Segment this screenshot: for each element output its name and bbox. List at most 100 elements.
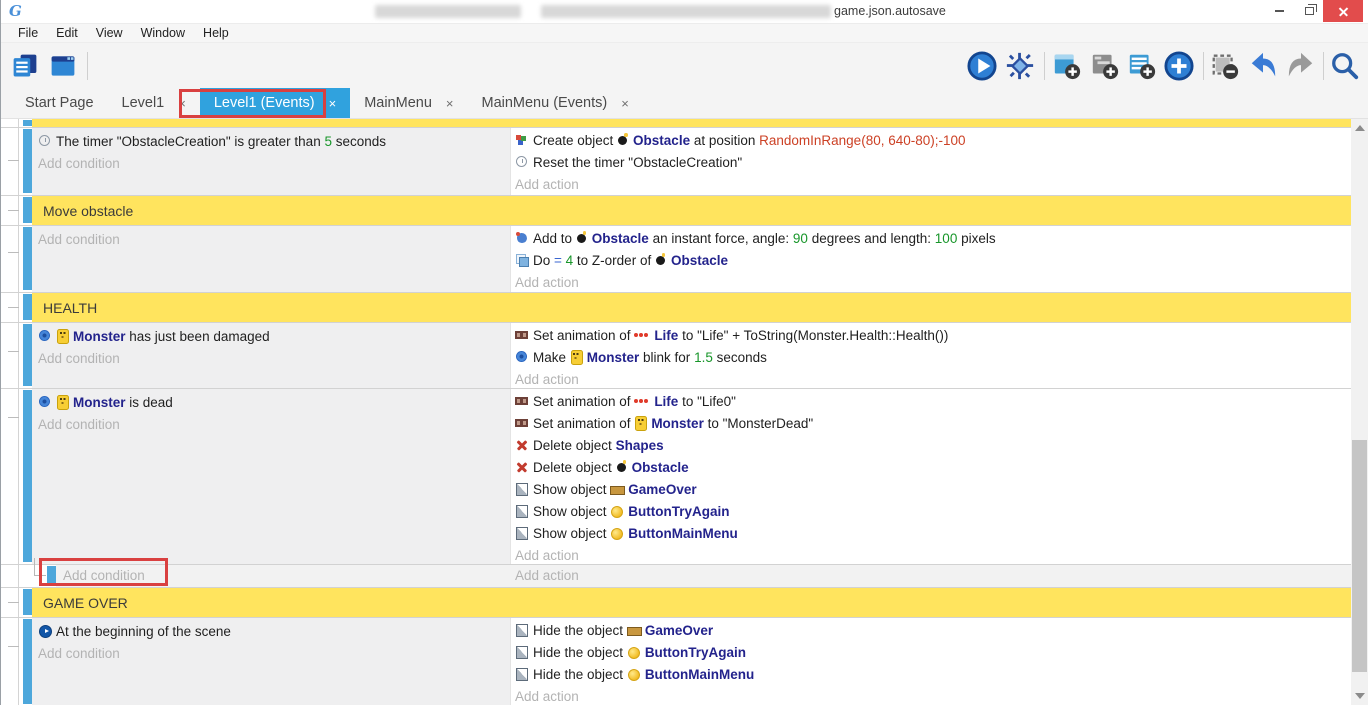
button-icon bbox=[627, 645, 642, 659]
scroll-up-icon[interactable] bbox=[1355, 125, 1365, 131]
tab-mainmenu-events[interactable]: MainMenu (Events) × bbox=[467, 88, 642, 118]
menu-view[interactable]: View bbox=[87, 26, 132, 40]
redo-icon[interactable] bbox=[1285, 50, 1317, 82]
vertical-scrollbar[interactable] bbox=[1351, 119, 1368, 705]
tab-level1-events[interactable]: Level1 (Events) × bbox=[200, 88, 350, 118]
zorder-icon bbox=[515, 253, 530, 267]
condition-line[interactable]: The timer "ObstacleCreation" is greater … bbox=[38, 131, 510, 153]
add-action[interactable]: Add action bbox=[515, 174, 1351, 196]
action-line[interactable]: Show object ButtonMainMenu bbox=[515, 523, 1351, 545]
add-condition[interactable]: Add condition bbox=[38, 229, 510, 251]
close-button[interactable] bbox=[1323, 0, 1363, 22]
menu-help[interactable]: Help bbox=[194, 26, 238, 40]
create-object-icon bbox=[515, 133, 530, 147]
menu-edit[interactable]: Edit bbox=[47, 26, 87, 40]
add-action[interactable]: Add action bbox=[515, 565, 579, 587]
button-icon bbox=[627, 667, 642, 681]
tab-close-icon[interactable]: × bbox=[446, 96, 454, 111]
undo-icon[interactable] bbox=[1247, 50, 1279, 82]
add-other-event-icon[interactable] bbox=[1163, 50, 1195, 82]
add-condition[interactable]: Add condition bbox=[38, 643, 510, 665]
tab-close-icon[interactable]: × bbox=[329, 96, 337, 111]
add-action[interactable]: Add action bbox=[515, 545, 1351, 567]
event-bar[interactable] bbox=[23, 294, 32, 320]
event-row-damaged: Monster has just been damaged Add condit… bbox=[1, 323, 1351, 389]
action-line[interactable]: Reset the timer "ObstacleCreation" bbox=[515, 152, 1351, 174]
play-icon[interactable] bbox=[966, 50, 998, 82]
action-line[interactable]: Add to Obstacle an instant force, angle:… bbox=[515, 228, 1351, 250]
action-line[interactable]: Show object GameOver bbox=[515, 479, 1351, 501]
add-condition[interactable]: Add condition bbox=[38, 348, 510, 370]
action-line[interactable]: Do = 4 to Z-order of Obstacle bbox=[515, 250, 1351, 272]
event-bar[interactable] bbox=[23, 227, 32, 290]
project-manager-icon[interactable] bbox=[9, 50, 41, 82]
event-row-dead: Monster is dead Add condition Set animat… bbox=[1, 389, 1351, 565]
menu-file[interactable]: File bbox=[9, 26, 47, 40]
minimize-button[interactable] bbox=[1265, 0, 1293, 22]
add-condition[interactable]: Add condition bbox=[38, 153, 510, 175]
add-action[interactable]: Add action bbox=[515, 272, 1351, 294]
tab-close-icon[interactable]: × bbox=[621, 96, 629, 111]
comment-row[interactable]: Move obstacle bbox=[1, 196, 1351, 226]
add-condition[interactable]: Add condition bbox=[38, 414, 510, 436]
add-action[interactable]: Add action bbox=[515, 686, 1351, 705]
start-page-icon[interactable] bbox=[47, 50, 79, 82]
comment-row[interactable]: GAME OVER bbox=[1, 588, 1351, 618]
actions-panel: Create object Obstacle at position Rando… bbox=[511, 128, 1351, 195]
add-action[interactable]: Add action bbox=[515, 369, 1351, 391]
tab-close-icon[interactable]: × bbox=[178, 96, 186, 111]
action-line[interactable]: Create object Obstacle at position Rando… bbox=[515, 130, 1351, 152]
event-bar[interactable] bbox=[23, 120, 32, 126]
action-line[interactable]: Hide the object GameOver bbox=[515, 620, 1351, 642]
action-line[interactable]: Delete object Shapes bbox=[515, 435, 1351, 457]
event-bar[interactable] bbox=[23, 129, 32, 193]
add-sub-event-icon[interactable] bbox=[1089, 50, 1121, 82]
action-line[interactable]: Show object ButtonTryAgain bbox=[515, 501, 1351, 523]
event-bar[interactable] bbox=[23, 619, 32, 704]
action-line[interactable]: Make Monster blink for 1.5 seconds bbox=[515, 347, 1351, 369]
monster-icon bbox=[570, 350, 584, 364]
maximize-button[interactable] bbox=[1295, 0, 1323, 22]
add-event-icon[interactable] bbox=[1051, 50, 1083, 82]
timer-icon bbox=[38, 134, 53, 148]
action-line[interactable]: Set animation of Monster to "MonsterDead… bbox=[515, 413, 1351, 435]
debug-icon[interactable] bbox=[1004, 50, 1036, 82]
event-bar[interactable] bbox=[23, 390, 32, 562]
comment-text: GAME OVER bbox=[32, 588, 1351, 617]
tab-mainmenu[interactable]: MainMenu × bbox=[350, 88, 467, 118]
tab-start-page[interactable]: Start Page bbox=[11, 88, 108, 118]
action-line[interactable]: Set animation of Life to "Life0" bbox=[515, 391, 1351, 413]
tab-level1[interactable]: Level1 × bbox=[108, 88, 200, 118]
toolbar bbox=[1, 43, 1368, 88]
delete-icon bbox=[515, 460, 530, 474]
action-line[interactable]: Set animation of Life to "Life" + ToStri… bbox=[515, 325, 1351, 347]
add-comment-icon[interactable] bbox=[1126, 50, 1158, 82]
event-bar[interactable] bbox=[47, 566, 56, 585]
behavior-icon bbox=[38, 329, 53, 343]
action-line[interactable]: Hide the object ButtonMainMenu bbox=[515, 664, 1351, 686]
animation-icon bbox=[515, 416, 530, 430]
comment-row[interactable]: HEALTH bbox=[1, 293, 1351, 323]
action-line[interactable]: Hide the object ButtonTryAgain bbox=[515, 642, 1351, 664]
search-icon[interactable] bbox=[1329, 50, 1361, 82]
bomb-icon bbox=[616, 460, 629, 474]
add-condition[interactable]: Add condition bbox=[63, 565, 145, 587]
action-line[interactable]: Delete object Obstacle bbox=[515, 457, 1351, 479]
animation-icon bbox=[515, 394, 530, 408]
scroll-down-icon[interactable] bbox=[1355, 693, 1365, 699]
scrollbar-thumb[interactable] bbox=[1352, 440, 1367, 672]
remove-event-icon[interactable] bbox=[1209, 50, 1241, 82]
comment-row-partial[interactable] bbox=[1, 119, 1351, 128]
condition-line[interactable]: At the beginning of the scene bbox=[38, 621, 510, 643]
menu-bar: File Edit View Window Help bbox=[1, 24, 1368, 43]
condition-line[interactable]: Monster is dead bbox=[38, 392, 510, 414]
condition-line[interactable]: Monster has just been damaged bbox=[38, 326, 510, 348]
event-bar[interactable] bbox=[23, 197, 32, 223]
bomb-icon bbox=[617, 133, 630, 147]
button-icon bbox=[610, 504, 625, 518]
bomb-icon bbox=[576, 231, 589, 245]
event-bar[interactable] bbox=[23, 324, 32, 386]
menu-window[interactable]: Window bbox=[132, 26, 194, 40]
event-bar[interactable] bbox=[23, 589, 32, 615]
gameover-icon bbox=[610, 482, 625, 496]
